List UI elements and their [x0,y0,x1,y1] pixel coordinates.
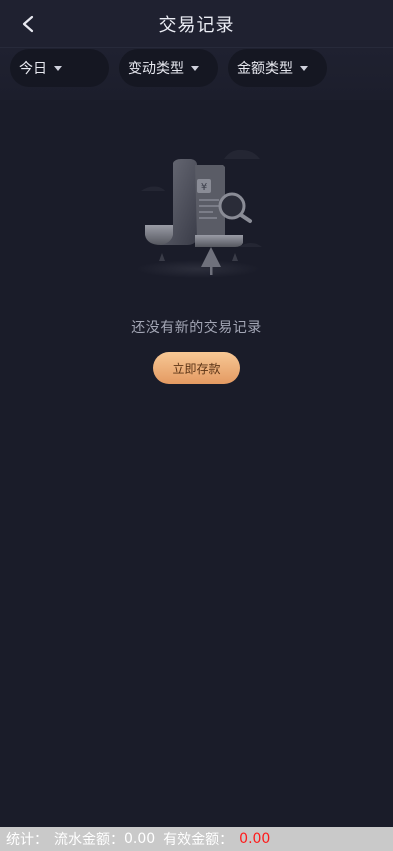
stats-label: 统计： [6,832,48,848]
page-title: 交易记录 [158,15,235,36]
deposit-now-button[interactable]: 立即存款 [153,352,240,384]
caret-down-icon [54,66,62,71]
valid-amount-value: 0.00 [239,831,271,847]
turnover-label: 流水金额： [54,832,124,848]
top-nav-bar: 交易记录 [0,0,393,48]
filter-date-dropdown[interactable]: 今日 [10,49,109,87]
filter-bar: 今日 变动类型 金额类型 [0,48,393,100]
filter-change-type-dropdown[interactable]: 变动类型 [119,49,218,87]
empty-state-message: 还没有新的交易记录 [131,320,262,336]
caret-down-icon [300,66,308,71]
valid-amount-label: 有效金额： [163,832,234,848]
filter-change-type-label: 变动类型 [128,61,184,77]
turnover-value: 0.00 [124,831,156,847]
svg-text:¥: ¥ [201,182,207,193]
filter-amount-type-label: 金额类型 [237,61,293,77]
stats-footer: 统计： 流水金额： 0.00 有效金额： 0.00 [0,827,393,851]
empty-records-illustration: ¥ [136,149,262,278]
caret-down-icon [191,66,199,71]
filter-amount-type-dropdown[interactable]: 金额类型 [228,49,327,87]
filter-date-label: 今日 [19,61,47,77]
